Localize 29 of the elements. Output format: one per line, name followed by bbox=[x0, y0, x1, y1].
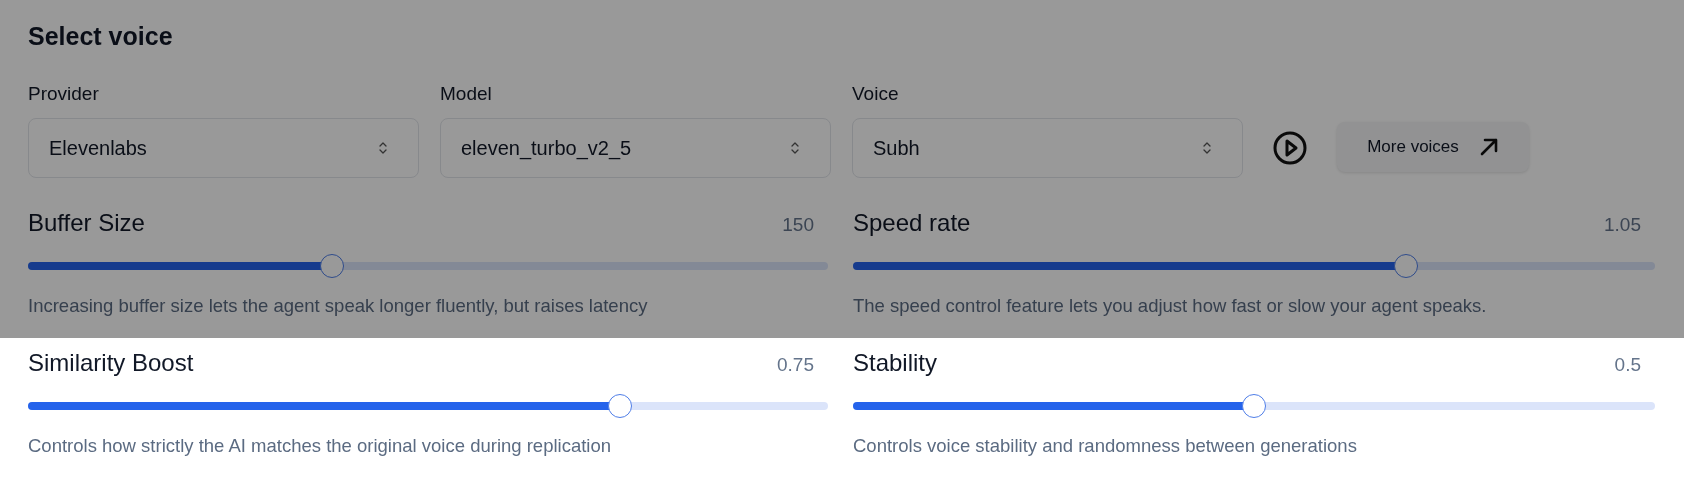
play-icon[interactable] bbox=[1272, 130, 1308, 166]
slider-thumb[interactable] bbox=[608, 394, 632, 418]
slider-thumb[interactable] bbox=[1394, 254, 1419, 278]
slider-thumb[interactable] bbox=[1242, 394, 1266, 418]
slider-description: Controls voice stability and randomness between generations bbox=[853, 434, 1358, 458]
arrow-up-right-icon bbox=[1478, 137, 1499, 157]
dropdown-field[interactable]: Subh bbox=[852, 118, 1243, 178]
dropdown-field[interactable]: eleven_turbo_v2_5 bbox=[440, 118, 831, 178]
slider-value: 0.75 bbox=[777, 354, 814, 376]
slider-description: Controls how strictly the AI matches the original voice during replication bbox=[28, 434, 613, 458]
slider-label: Similarity Boost bbox=[28, 348, 194, 378]
dropdown-field[interactable]: Elevenlabs bbox=[28, 118, 419, 178]
more-voices-button[interactable]: More voices bbox=[1337, 122, 1529, 172]
field-label: Voice bbox=[852, 82, 900, 106]
chevron-updown-icon bbox=[1202, 140, 1212, 156]
slider-description: The speed control feature lets you adjust how fast or slow your agent speaks. bbox=[853, 294, 1488, 318]
slider-label: Speed rate bbox=[853, 208, 971, 238]
slider-label: Stability bbox=[853, 348, 938, 378]
field-label: Model bbox=[440, 82, 493, 106]
slider-label: Buffer Size bbox=[28, 208, 145, 238]
slider-thumb[interactable] bbox=[320, 254, 344, 278]
slider-value: 0.5 bbox=[1614, 354, 1641, 376]
chevron-updown-icon bbox=[790, 140, 800, 156]
chevron-updown-icon bbox=[378, 140, 388, 156]
section-title: Select voice bbox=[28, 21, 174, 52]
slider-description: Increasing buffer size lets the agent speak longer fluently, but raises latency bbox=[28, 294, 649, 318]
field-label: Provider bbox=[28, 82, 100, 106]
slider-value: 1.05 bbox=[1604, 214, 1641, 236]
slider-value: 150 bbox=[782, 214, 814, 236]
